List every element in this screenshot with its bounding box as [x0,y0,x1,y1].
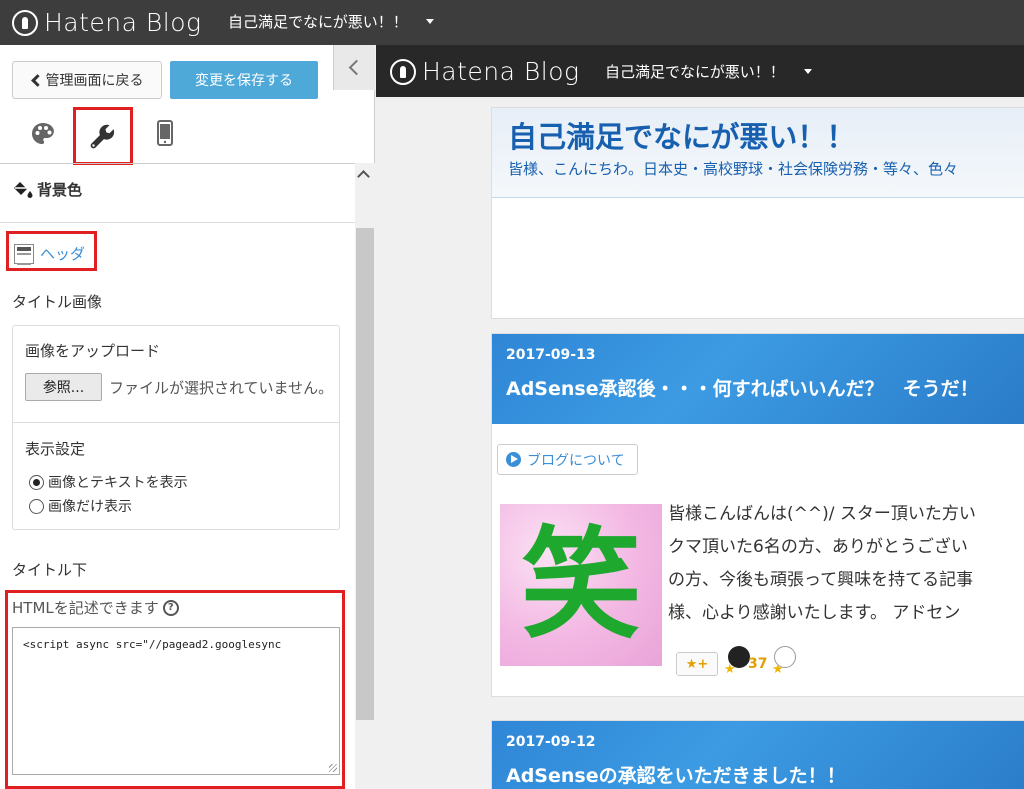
paint-bucket-icon [14,181,33,198]
preview-top-bar: Hatena Blog 自己満足でなにが悪い！！ [376,45,1024,97]
section-divider [0,222,355,223]
back-to-admin-button[interactable]: 管理画面に戻る [12,61,162,99]
upload-image-label: 画像をアップロード [25,342,161,360]
blog-description: 皆様、こんにちわ。日本史・高校野球・社会保険労務・等々、色々 [508,160,959,178]
blog-preview: Hatena Blog 自己満足でなにが悪い！！ 自己満足でなにが悪い！！ 皆様… [376,45,1024,789]
preview-hatena-blog-logo[interactable]: Hatena Blog [390,57,580,86]
browse-button[interactable]: 参照... [25,373,102,401]
play-circle-icon [506,452,521,467]
radio-image-and-text[interactable]: 画像とテキストを表示 [29,472,188,492]
hatena-pen-icon [390,58,416,85]
caret-down-icon[interactable] [426,19,434,24]
back-label: 管理画面に戻る [45,73,144,89]
excerpt-line: 皆様こんばんは(^^)/ スター頂いた方い [668,504,976,524]
logo-text: Hatena Blog [44,8,202,37]
top-bar: Hatena Blog 自己満足でなにが悪い！！ [0,0,1024,45]
highlight-box-wrench-tab [73,107,133,165]
star-icon: ★ [724,662,736,677]
preview-logo-text: Hatena Blog [422,57,580,86]
category-label: ブログについて [527,452,625,469]
collapse-panel-button[interactable] [333,45,375,90]
highlight-box-html [5,590,345,789]
save-changes-button[interactable]: 変更を保存する [170,61,318,99]
display-settings-label: 表示設定 [25,440,86,458]
background-color-label: 背景色 [37,181,83,199]
below-title-heading: タイトル下 [12,561,88,579]
entry-thumbnail[interactable]: 笑 [500,504,662,666]
blog-title[interactable]: 自己満足でなにが悪い！！ [508,114,855,156]
blog-name-menu[interactable]: 自己満足でなにが悪い！！ [228,11,408,32]
smartphone-icon[interactable] [154,117,176,149]
entry-header: 2017-09-13 AdSense承認後・・・何すればいいんだ？ そうだ！ [492,334,1024,424]
blog-header: 自己満足でなにが悪い！！ 皆様、こんにちわ。日本史・高校野球・社会保険労務・等々… [491,107,1024,319]
title-image-card: 画像をアップロード 参照... ファイルが選択されていません。 表示設定 画像と… [12,325,340,530]
entry-header: 2017-09-12 AdSenseの承認をいただきました！！ [492,721,1024,789]
chevron-left-icon [348,59,365,76]
caret-down-icon[interactable] [804,69,812,74]
add-star-button[interactable]: ★+ [676,652,718,676]
blog-entry: 2017-09-13 AdSense承認後・・・何すればいいんだ？ そうだ！ ブ… [491,333,1024,697]
preview-blog-name-menu[interactable]: 自己満足でなにが悪い！！ [605,61,785,82]
title-image-heading: タイトル画像 [12,293,103,311]
category-button[interactable]: ブログについて [497,444,638,475]
entry-title[interactable]: AdSense承認後・・・何すればいいんだ？ そうだ！ [506,374,979,401]
star-count[interactable]: 37 [748,656,767,672]
entry-date[interactable]: 2017-09-13 [506,347,596,363]
palette-icon[interactable] [28,119,58,149]
highlight-box-header [6,231,97,271]
excerpt-line: の方、今後も頑張って興味を持てる記事 [668,570,974,590]
chevron-left-icon [30,73,44,87]
background-color-section[interactable]: 背景色 [12,179,82,200]
radio-label: 画像とテキストを表示 [48,475,188,491]
radio-button[interactable] [29,498,44,514]
settings-scroll-area[interactable]: 背景色 ヘッダ タイトル画像 画像をアップロード 参照... ファイルが選択され… [0,163,375,789]
blog-entry: 2017-09-12 AdSenseの承認をいただきました！！ [491,720,1024,789]
radio-label: 画像だけ表示 [48,499,132,515]
entry-excerpt: 皆様こんばんは(^^)/ スター頂いた方い クマ頂いた6名の方、ありがとうござい… [668,498,1024,630]
blog-header-band: 自己満足でなにが悪い！！ 皆様、こんにちわ。日本史・高校野球・社会保険労務・等々… [492,108,1024,198]
hatena-pen-icon [12,9,38,36]
entry-date[interactable]: 2017-09-12 [506,734,596,750]
radio-button-checked[interactable] [29,474,44,490]
entry-title[interactable]: AdSenseの承認をいただきました！！ [506,761,846,788]
design-panel: 管理画面に戻る 変更を保存する 背景色 ヘッダ タイトル画像 画像をアップロード… [0,45,375,789]
hatena-blog-logo[interactable]: Hatena Blog [12,8,202,37]
scrollbar-thumb[interactable] [356,228,374,720]
card-divider [13,422,339,423]
excerpt-line: 様、心より感謝いたします。 アドセン [668,603,961,623]
star-icon: ★ [772,662,784,677]
radio-image-only[interactable]: 画像だけ表示 [29,496,132,516]
thumbnail-character: 笑 [521,514,641,655]
no-file-selected-text: ファイルが選択されていません。 [109,379,334,397]
excerpt-line: クマ頂いた6名の方、ありがとうござい [668,537,968,557]
